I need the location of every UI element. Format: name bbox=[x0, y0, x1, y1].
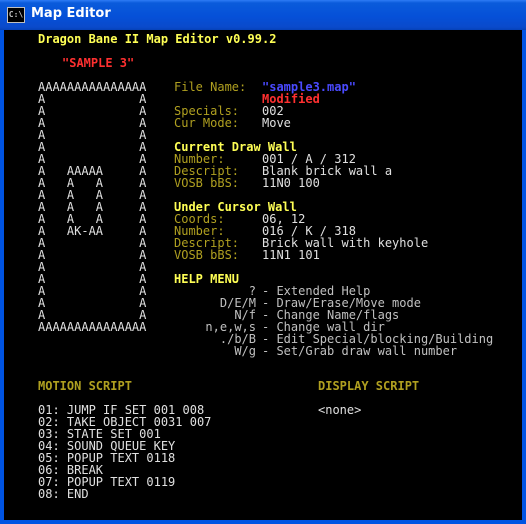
motion-script-line: 08: END bbox=[38, 487, 89, 501]
display-script-line: <none> bbox=[318, 403, 362, 417]
console-area[interactable]: Dragon Bane II Map Editor v0.99.2 "SAMPL… bbox=[4, 30, 522, 520]
draw-vosb-label: VOSB bBS: bbox=[174, 176, 240, 190]
help-desc: - Set/Grab draw wall number bbox=[262, 344, 458, 358]
cur-mode-label: Cur Mode: bbox=[174, 116, 240, 130]
cur-mode-value: Move bbox=[262, 116, 291, 130]
cursor-vosb-value: 11N1 101 bbox=[262, 248, 320, 262]
title-bar[interactable]: C:\ Map Editor bbox=[0, 0, 526, 30]
map-row: AAAAAAAAAAAAAAA bbox=[38, 320, 147, 334]
motion-script-heading: MOTION SCRIPT bbox=[38, 379, 132, 393]
window-title: Map Editor bbox=[31, 6, 111, 21]
file-name-label: File Name: bbox=[174, 80, 247, 94]
help-menu-heading: HELP MENU bbox=[174, 272, 240, 286]
display-script-heading: DISPLAY SCRIPT bbox=[318, 379, 420, 393]
app-title: Dragon Bane II Map Editor v0.99.2 bbox=[38, 32, 277, 46]
draw-vosb-value: 11N0 100 bbox=[262, 176, 320, 190]
map-editor-window: C:\ Map Editor Dragon Bane II Map Editor… bbox=[0, 0, 526, 524]
console-icon[interactable]: C:\ bbox=[7, 7, 25, 23]
cursor-vosb-label: VOSB bBS: bbox=[174, 248, 240, 262]
help-desc-text: Set/Grab draw wall number bbox=[276, 344, 458, 358]
help-key: W/g bbox=[234, 344, 256, 358]
map-title: "SAMPLE 3" bbox=[62, 56, 135, 70]
